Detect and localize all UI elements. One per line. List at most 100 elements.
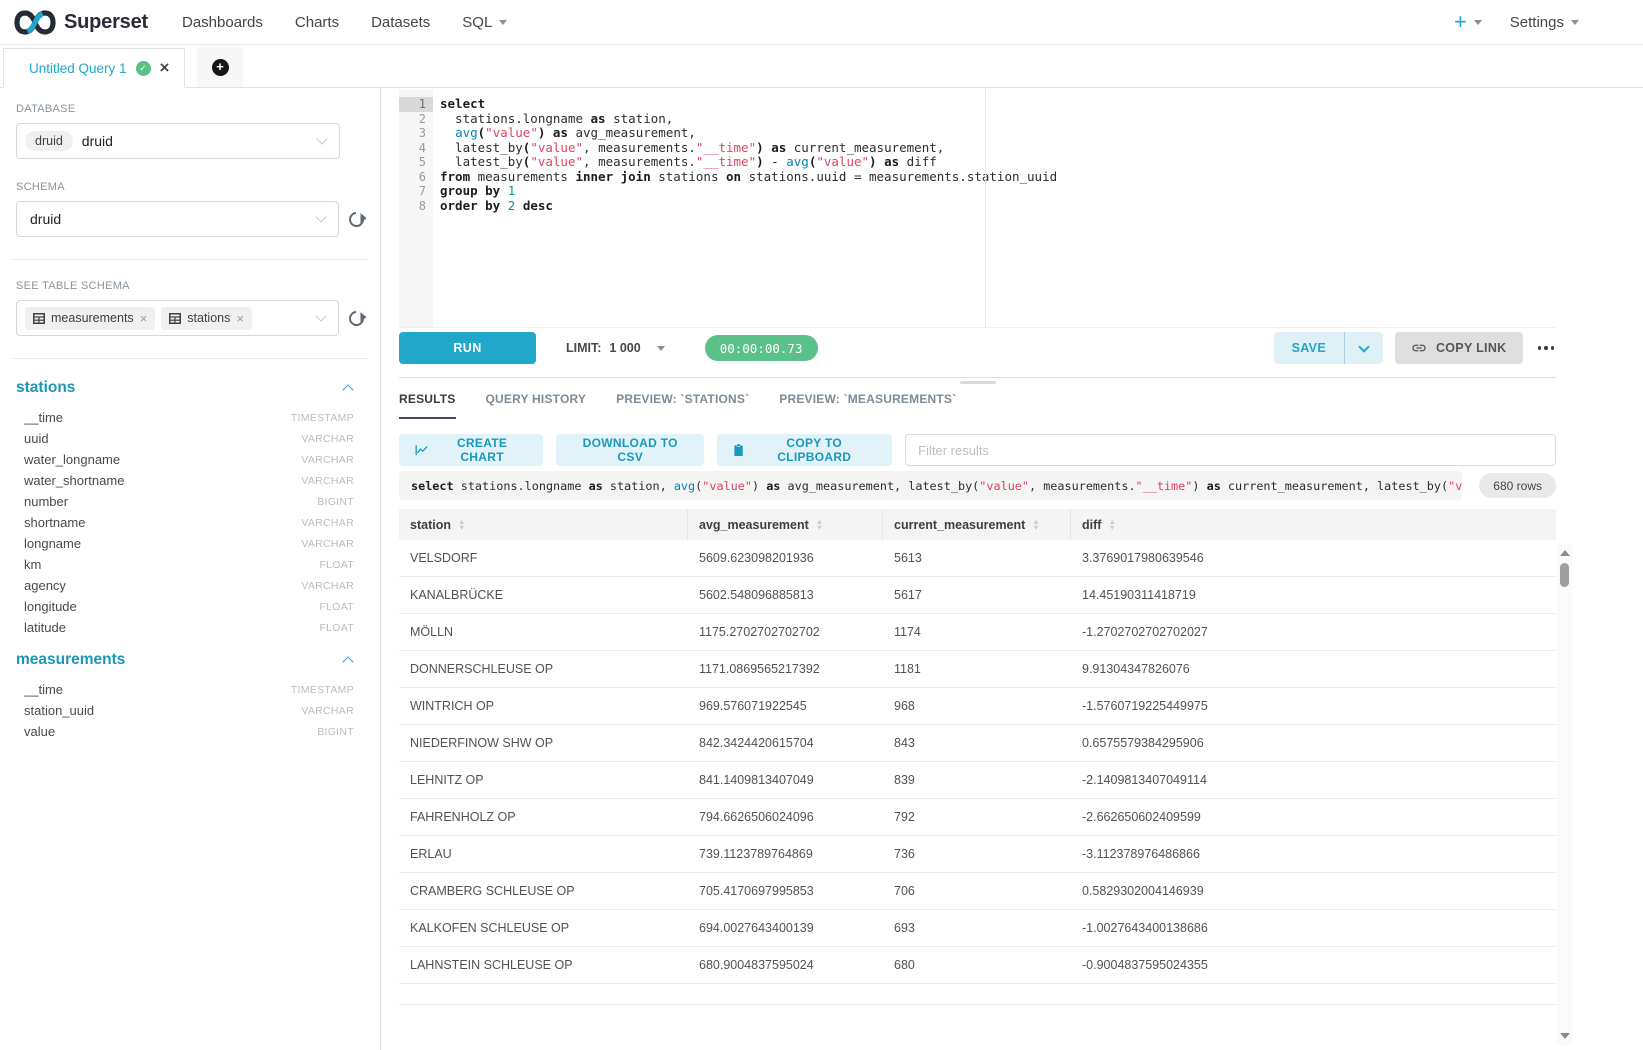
table-cell: -1.5760719225449975: [1071, 688, 1556, 724]
nav-item-dashboards[interactable]: Dashboards: [182, 14, 263, 31]
table-cell: 794.6626506024096: [688, 799, 883, 835]
chart-icon: [415, 444, 429, 457]
download-to-csv-button[interactable]: DOWNLOAD TO CSV: [556, 434, 704, 466]
editor-gutter: 12345678: [399, 90, 433, 327]
table-icon: [169, 313, 181, 324]
column-name: longname: [24, 536, 81, 551]
table-row: FAHRENHOLZ OP794.6626506024096792-2.6626…: [399, 799, 1556, 836]
more-options-button[interactable]: [1536, 342, 1557, 354]
table-cell: 736: [883, 836, 1071, 872]
sort-icon[interactable]: ▲▼: [816, 519, 823, 530]
sql-token: stations.longname: [440, 111, 591, 126]
table-cell: 3.3769017980639546: [1071, 540, 1556, 576]
query-timer-badge: 00:00:00.73: [705, 335, 818, 361]
table-cell: 1175.2702702702702: [688, 614, 883, 650]
column-type: BIGINT: [317, 726, 354, 738]
run-button[interactable]: RUN: [399, 332, 536, 364]
collapse-icon[interactable]: [342, 656, 353, 667]
refresh-schema-icon[interactable]: [346, 208, 367, 229]
save-options-button[interactable]: [1345, 332, 1383, 364]
remove-tag-icon[interactable]: ×: [236, 311, 244, 326]
sql-token: latest_by: [440, 140, 523, 155]
create-chart-button[interactable]: CREATE CHART: [399, 434, 543, 466]
sql-token: ): [869, 154, 877, 169]
column-header-station[interactable]: station▲▼: [399, 509, 688, 540]
sql-editor[interactable]: 12345678 select stations.longname as sta…: [399, 90, 1556, 328]
results-tab-bar: RESULTS QUERY HISTORY PREVIEW: `STATIONS` P…: [399, 392, 1556, 419]
editor-toolbar: RUN LIMIT: 1 000 00:00:00.73 SAVE: [399, 330, 1556, 366]
column-header-avg_measurement[interactable]: avg_measurement▲▼: [688, 509, 883, 540]
sort-icon[interactable]: ▲▼: [458, 519, 465, 530]
column-item: station_uuidVARCHAR: [16, 700, 364, 721]
sql-token: station,: [606, 111, 674, 126]
splitter-handle-icon[interactable]: [960, 381, 996, 384]
pane-splitter[interactable]: [399, 377, 1556, 384]
nav-item-datasets[interactable]: Datasets: [371, 14, 430, 31]
column-item: __timeTIMESTAMP: [16, 679, 364, 700]
save-button[interactable]: SAVE: [1274, 332, 1344, 364]
chevron-down-icon: [499, 20, 507, 25]
column-type: FLOAT: [319, 559, 354, 571]
results-tab-query-history[interactable]: QUERY HISTORY: [486, 392, 587, 419]
sql-token: as: [766, 479, 780, 493]
query-tab-bar: Untitled Query 1 ✓ × +: [0, 45, 1643, 88]
editor-code[interactable]: select stations.longname as station, avg…: [433, 90, 1556, 327]
nav-item-sql[interactable]: SQL: [462, 14, 507, 31]
copy-link-button[interactable]: COPY LINK: [1395, 332, 1523, 364]
results-actions: CREATE CHART DOWNLOAD TO CSV COPY TO CLIPB…: [399, 434, 1556, 466]
sql-token: "value": [1448, 479, 1462, 493]
table-cell: 14.45190311418719: [1071, 577, 1556, 613]
link-icon: [1411, 340, 1427, 356]
settings-menu[interactable]: Settings: [1492, 14, 1579, 31]
table-tag-stations[interactable]: stations×: [161, 307, 252, 330]
column-header-current_measurement[interactable]: current_measurement▲▼: [883, 509, 1071, 540]
table-cell: 0.6575579384295906: [1071, 725, 1556, 761]
new-item-button[interactable]: +: [1454, 12, 1482, 32]
add-tab-button[interactable]: +: [197, 47, 243, 87]
save-split-button[interactable]: SAVE: [1274, 332, 1383, 364]
table-row: VELSDORF5609.62309820193656133.376901798…: [399, 540, 1556, 577]
column-name: __time: [24, 682, 63, 697]
print-margin-line: [985, 90, 986, 327]
table-select[interactable]: measurements× stations×: [16, 300, 339, 336]
column-header-diff[interactable]: diff▲▼: [1071, 509, 1556, 540]
sort-icon[interactable]: ▲▼: [1108, 519, 1115, 530]
line-number: 7: [399, 184, 433, 199]
limit-dropdown[interactable]: LIMIT: 1 000: [566, 341, 665, 355]
sql-token: [545, 125, 553, 140]
close-icon[interactable]: ×: [160, 61, 170, 75]
results-tab-preview-measurements[interactable]: PREVIEW: `MEASUREMENTS`: [779, 392, 956, 419]
copy-to-clipboard-button[interactable]: COPY TO CLIPBOARD: [717, 434, 892, 466]
sql-token: , measurements.: [1029, 479, 1136, 493]
results-tab-results[interactable]: RESULTS: [399, 392, 456, 419]
schema-select[interactable]: druid: [16, 201, 339, 237]
schema-table-measurements: measurements __timeTIMESTAMPstation_uuidV…: [16, 651, 364, 742]
nav-item-charts[interactable]: Charts: [295, 14, 339, 31]
sql-token: station,: [603, 479, 674, 493]
table-tag-measurements[interactable]: measurements×: [25, 307, 155, 330]
sql-token: desc: [523, 198, 553, 213]
collapse-icon[interactable]: [342, 384, 353, 395]
sql-token: "value": [702, 479, 752, 493]
superset-logo[interactable]: Superset: [14, 9, 148, 36]
results-tab-preview-stations[interactable]: PREVIEW: `STATIONS`: [616, 392, 749, 419]
table-name-link[interactable]: measurements: [16, 651, 125, 669]
filter-results-input[interactable]: [905, 434, 1556, 466]
scrollbar-thumb[interactable]: [1560, 563, 1569, 587]
limit-value: 1 000: [609, 341, 640, 355]
divider: [12, 259, 368, 260]
database-select[interactable]: druid druid: [16, 123, 340, 159]
refresh-tables-icon[interactable]: [346, 307, 367, 328]
table-row: WINTRICH OP969.576071922545968-1.5760719…: [399, 688, 1556, 725]
sort-icon[interactable]: ▲▼: [1032, 519, 1039, 530]
column-name: latitude: [24, 620, 66, 635]
table-name-link[interactable]: stations: [16, 379, 75, 397]
column-type: VARCHAR: [301, 454, 354, 466]
scroll-down-icon[interactable]: [1560, 1033, 1570, 1039]
results-scrollbar[interactable]: [1557, 544, 1572, 1045]
scroll-up-icon[interactable]: [1560, 550, 1570, 556]
sql-token: ): [756, 140, 764, 155]
tab-untitled-query-1[interactable]: Untitled Query 1 ✓ ×: [3, 48, 185, 88]
table-row: [399, 984, 1556, 1005]
remove-tag-icon[interactable]: ×: [140, 311, 148, 326]
